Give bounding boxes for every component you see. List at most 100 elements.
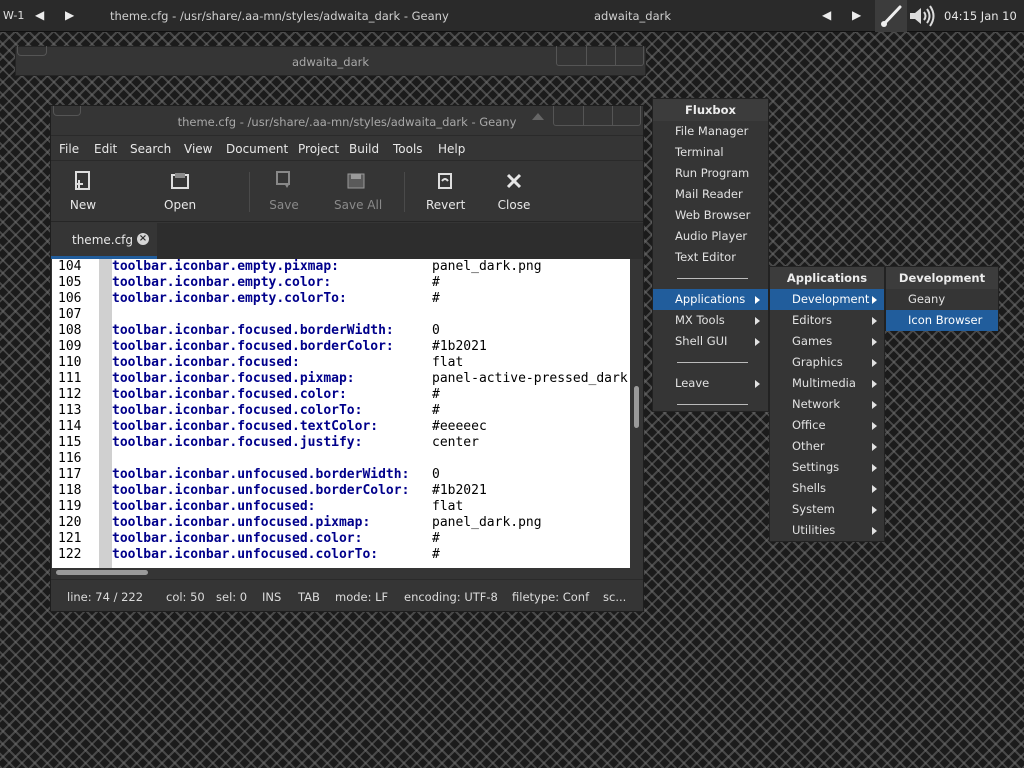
menu-item-leave[interactable]: Leave: [653, 373, 768, 394]
menu-item-games[interactable]: Games: [770, 331, 884, 352]
shade-icon[interactable]: [532, 113, 544, 120]
menu-item-text-editor[interactable]: Text Editor: [653, 247, 768, 268]
save-button[interactable]: Save: [267, 170, 301, 212]
taskbar-item-geany[interactable]: theme.cfg - /usr/share/.aa-mn/styles/adw…: [110, 9, 449, 23]
menu-item-geany[interactable]: Geany: [886, 289, 998, 310]
line-number: 105: [58, 275, 82, 290]
menu-tools[interactable]: Tools: [393, 142, 423, 156]
prev-window-icon[interactable]: ◀: [822, 8, 831, 22]
menu-item-settings[interactable]: Settings: [770, 457, 884, 478]
menu-item-file-manager[interactable]: File Manager: [653, 121, 768, 142]
revert-button[interactable]: Revert: [426, 170, 465, 212]
menu-item-editors[interactable]: Editors: [770, 310, 884, 331]
menu-item-graphics[interactable]: Graphics: [770, 352, 884, 373]
next-workspace-icon[interactable]: ▶: [65, 8, 74, 22]
menu-view[interactable]: View: [184, 142, 212, 156]
menu-item-other[interactable]: Other: [770, 436, 884, 457]
line-number: 110: [58, 355, 82, 370]
code-line: 118 toolbar.iconbar.unfocused.borderColor…: [52, 483, 630, 499]
menu-item-applications[interactable]: Applications: [653, 289, 768, 310]
menu-search[interactable]: Search: [130, 142, 171, 156]
paintbrush-icon[interactable]: [875, 0, 907, 32]
menu-item-audio-player[interactable]: Audio Player: [653, 226, 768, 247]
horizontal-scrollbar[interactable]: [52, 568, 630, 578]
vertical-scrollbar[interactable]: [631, 259, 643, 568]
menu-build[interactable]: Build: [349, 142, 379, 156]
menu-item-run-program[interactable]: Run Program: [653, 163, 768, 184]
save-all-label: Save All: [334, 198, 383, 212]
line-number: 107: [58, 307, 82, 322]
menu-item-label: Graphics: [792, 355, 843, 369]
window-buttons[interactable]: [556, 46, 644, 66]
new-label: New: [69, 198, 97, 212]
submenu-arrow-icon: [872, 464, 877, 472]
menu-item-office[interactable]: Office: [770, 415, 884, 436]
menu-item-mx-tools[interactable]: MX Tools: [653, 310, 768, 331]
menu-help[interactable]: Help: [438, 142, 465, 156]
submenu-arrow-icon: [872, 359, 877, 367]
menu-item-utilities[interactable]: Utilities: [770, 520, 884, 541]
development-menu-title: Development: [886, 267, 998, 289]
new-button[interactable]: New: [68, 170, 98, 212]
menu-item-label: Utilities: [792, 523, 836, 537]
menu-item-icon-browser[interactable]: Icon Browser: [886, 310, 998, 331]
line-number: 113: [58, 403, 82, 418]
menu-project[interactable]: Project: [298, 142, 339, 156]
prev-workspace-icon[interactable]: ◀: [35, 8, 44, 22]
workspace-label[interactable]: W-1: [3, 9, 24, 22]
outer-window-titlebar[interactable]: adwaita_dark: [15, 46, 646, 76]
tab-close-icon[interactable]: ×: [137, 233, 149, 245]
menu-item-network[interactable]: Network: [770, 394, 884, 415]
menu-item-development[interactable]: Development: [770, 289, 884, 310]
menu-item-multimedia[interactable]: Multimedia: [770, 373, 884, 394]
fluxbox-menu-title: Fluxbox: [653, 99, 768, 121]
menu-item-mail-reader[interactable]: Mail Reader: [653, 184, 768, 205]
config-key: toolbar.iconbar.empty.color:: [112, 275, 332, 290]
submenu-arrow-icon: [755, 317, 760, 325]
menu-item-terminal[interactable]: Terminal: [653, 142, 768, 163]
tab-label: theme.cfg: [72, 233, 134, 247]
menubar: File Edit Search View Document Project B…: [51, 137, 643, 161]
open-label: Open: [164, 198, 197, 212]
next-window-icon[interactable]: ▶: [852, 8, 861, 22]
applications-menu: Applications Development Editors Games Grap…: [769, 266, 885, 542]
config-key: toolbar.iconbar.unfocused.colorTo:: [112, 547, 379, 562]
save-icon: [276, 171, 290, 188]
open-button[interactable]: Open: [164, 170, 196, 212]
status-mode: mode: LF: [335, 590, 389, 604]
main-toolbar: New Open Save Save All Revert Close: [51, 162, 643, 222]
menu-item-label: Office: [792, 418, 826, 432]
code-editor[interactable]: 104 toolbar.iconbar.empty.pixmap: panel_da…: [52, 259, 630, 568]
code-line: 112 toolbar.iconbar.focused.color: #: [52, 387, 630, 403]
config-value: #: [432, 403, 440, 418]
menu-document[interactable]: Document: [226, 142, 288, 156]
save-all-button[interactable]: Save All: [334, 170, 383, 212]
code-line: 108 toolbar.iconbar.focused.borderWidth: 0: [52, 323, 630, 339]
config-value: panel_dark.png: [432, 259, 542, 274]
tab-theme-cfg[interactable]: theme.cfg ×: [51, 223, 157, 259]
config-value: #: [432, 531, 440, 546]
config-value: #: [432, 547, 440, 562]
menu-item-label: System: [792, 502, 835, 516]
window-buttons[interactable]: [553, 106, 641, 126]
volume-icon[interactable]: [908, 5, 938, 27]
menu-item-shells[interactable]: Shells: [770, 478, 884, 499]
menu-item-system[interactable]: System: [770, 499, 884, 520]
menu-item-shell-gui[interactable]: Shell GUI: [653, 331, 768, 352]
status-filetype: filetype: Conf: [512, 590, 590, 604]
config-key: toolbar.iconbar.empty.pixmap:: [112, 259, 339, 274]
systray: [875, 0, 907, 32]
geany-titlebar[interactable]: theme.cfg - /usr/share/.aa-mn/styles/adw…: [51, 106, 643, 136]
config-key: toolbar.iconbar.focused.pixmap:: [112, 371, 355, 386]
config-value: 0: [432, 467, 440, 482]
config-value: flat: [432, 355, 464, 370]
close-button[interactable]: Close: [497, 170, 531, 212]
menu-item-web-browser[interactable]: Web Browser: [653, 205, 768, 226]
menu-edit[interactable]: Edit: [94, 142, 117, 156]
line-number: 112: [58, 387, 82, 402]
submenu-arrow-icon: [755, 380, 760, 388]
config-key: toolbar.iconbar.unfocused.pixmap:: [112, 515, 371, 530]
menu-file[interactable]: File: [59, 142, 79, 156]
submenu-arrow-icon: [872, 296, 877, 304]
status-scope: sc...: [603, 590, 627, 604]
